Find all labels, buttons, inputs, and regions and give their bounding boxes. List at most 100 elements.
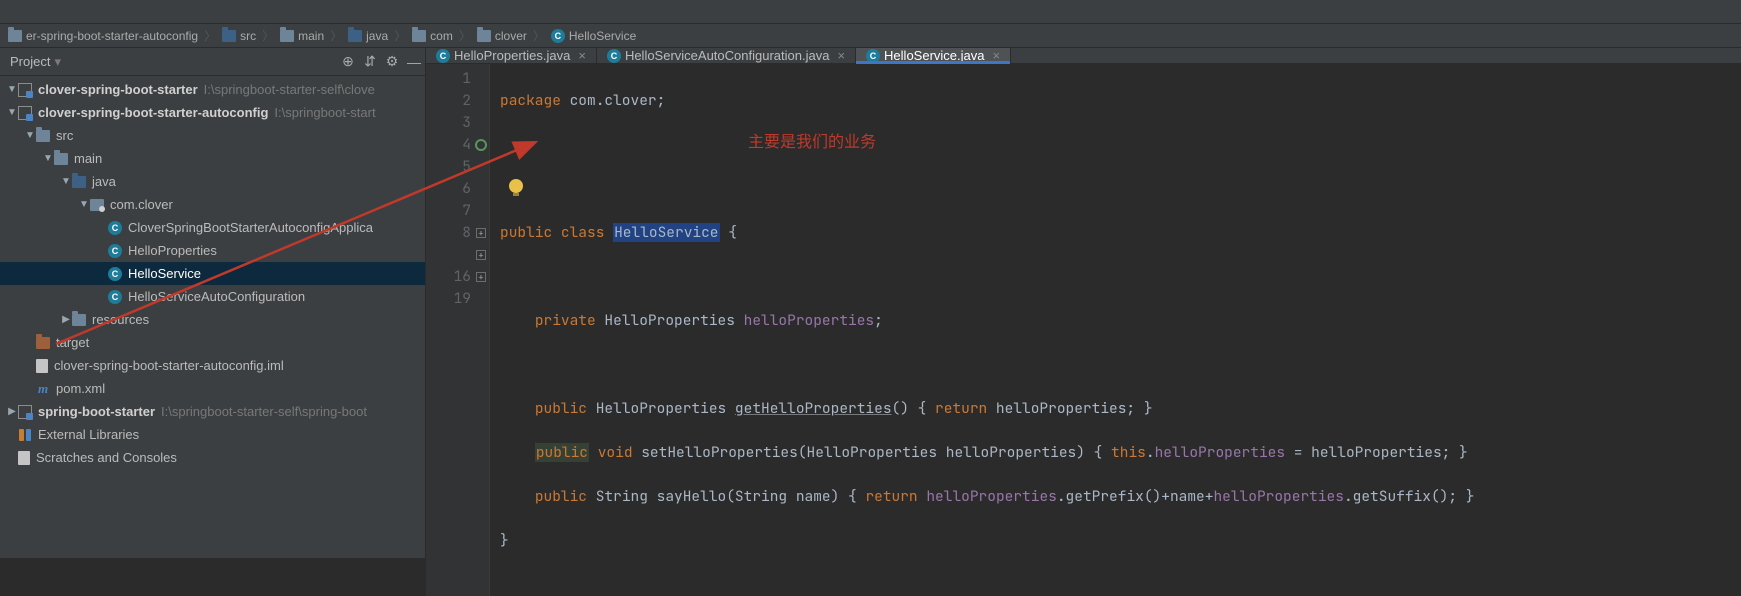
code-content[interactable]: package package com.clover;com.clover; p… <box>490 64 1474 596</box>
tab-label: HelloServiceAutoConfiguration.java <box>625 48 830 63</box>
tree-arrow-icon[interactable]: ▼ <box>78 199 90 210</box>
tree-item[interactable]: Scratches and Consoles <box>0 446 425 469</box>
class-icon: C <box>108 244 122 258</box>
breadcrumb-item[interactable]: main <box>276 24 328 47</box>
tree-arrow-icon[interactable]: ▼ <box>60 176 72 187</box>
locate-button[interactable]: ⊕ <box>337 51 359 73</box>
tab-hello-service[interactable]: C HelloService.java × <box>856 48 1011 63</box>
tab-hello-properties[interactable]: C HelloProperties.java × <box>426 48 597 63</box>
fold-icon[interactable]: + <box>476 228 486 238</box>
intention-bulb-icon[interactable] <box>509 179 523 193</box>
breadcrumb-item[interactable]: C HelloService <box>547 24 640 47</box>
chevron-right-icon: 〉 <box>531 27 547 44</box>
tree-arrow-icon[interactable]: ▼ <box>24 130 36 141</box>
class-icon: C <box>108 267 122 281</box>
crumb-label: clover <box>495 29 527 43</box>
expand-all-button[interactable]: ⇵ <box>359 51 381 73</box>
tree-item-label: HelloServiceAutoConfiguration <box>128 289 305 304</box>
tab-hello-service-auto-config[interactable]: C HelloServiceAutoConfiguration.java × <box>597 48 856 63</box>
class-name: HelloService <box>613 223 719 242</box>
tree-item-label: src <box>56 128 73 143</box>
close-icon[interactable]: × <box>837 48 845 63</box>
fold-icon[interactable]: + <box>476 272 486 282</box>
line-number: 6 <box>426 178 471 200</box>
tree-item[interactable]: C HelloServiceAutoConfiguration <box>0 285 425 308</box>
main-toolbar[interactable] <box>0 0 1741 24</box>
module-icon <box>18 83 32 97</box>
tree-item-label: target <box>56 335 89 350</box>
tree-item[interactable]: ▼clover-spring-boot-starterI:\springboot… <box>0 78 425 101</box>
tree-item[interactable]: clover-spring-boot-starter-autoconfig.im… <box>0 354 425 377</box>
folder-icon <box>412 30 426 42</box>
tree-item[interactable]: ▶ spring-boot-starter I:\springboot-starte… <box>0 400 425 423</box>
tree-item[interactable]: ▼clover-spring-boot-starter-autoconfigI:… <box>0 101 425 124</box>
tree-arrow-icon[interactable]: ▼ <box>6 107 18 118</box>
tree-item-label: CloverSpringBootStarterAutoconfigApplica <box>128 220 373 235</box>
editor-gutter[interactable]: 1 2 3 4 5 6 7 8 16 19 <box>426 64 490 596</box>
tree-item-label: Scratches and Consoles <box>36 450 177 465</box>
chevron-down-icon[interactable]: ▾ <box>54 54 61 70</box>
line-number: 8 <box>426 222 471 244</box>
tree-arrow-icon[interactable]: ▼ <box>6 84 18 95</box>
tree-item[interactable]: ▼ src <box>0 124 425 147</box>
code-editor[interactable]: 1 2 3 4 5 6 7 8 16 19 <box>426 64 1741 596</box>
folder-icon <box>348 30 362 42</box>
line-number <box>426 244 471 266</box>
tree-item-hint: I:\springboot-starter-self\spring-boot <box>161 404 367 419</box>
line-number: 5 <box>426 156 471 178</box>
line-number: 19 <box>426 288 471 310</box>
class-icon: C <box>607 49 621 63</box>
tree-item-label: HelloService <box>128 266 201 281</box>
breadcrumb-item[interactable]: er-spring-boot-starter-autoconfig <box>4 24 202 47</box>
breadcrumb-item[interactable]: com <box>408 24 457 47</box>
tree-item[interactable]: target <box>0 331 425 354</box>
tree-item[interactable]: CCloverSpringBootStarterAutoconfigApplic… <box>0 216 425 239</box>
crumb-label: main <box>298 29 324 43</box>
tree-item[interactable]: C HelloProperties <box>0 239 425 262</box>
package-icon <box>90 199 104 211</box>
tree-arrow-icon[interactable]: ▶ <box>60 314 72 325</box>
tree-item-label: HelloProperties <box>128 243 217 258</box>
crumb-label: HelloService <box>569 29 636 43</box>
tree-item-label: spring-boot-starter <box>38 404 155 419</box>
tree-item-label: External Libraries <box>38 427 139 442</box>
tree-item[interactable]: C HelloService <box>0 262 425 285</box>
editor-tabs: C HelloProperties.java × C HelloServiceA… <box>426 48 1741 64</box>
tree-item-label: clover-spring-boot-starter-autoconfig.im… <box>54 358 284 373</box>
tree-arrow-icon[interactable]: ▼ <box>42 153 54 164</box>
tree-arrow-icon[interactable]: ▶ <box>6 406 18 417</box>
line-number <box>426 310 471 332</box>
line-number: 1 <box>426 68 471 90</box>
hide-button[interactable]: — <box>403 51 425 73</box>
breadcrumb-item[interactable]: clover <box>473 24 531 47</box>
tree-item[interactable]: ▼ main <box>0 147 425 170</box>
source-folder-icon <box>72 176 86 188</box>
chevron-right-icon: 〉 <box>260 27 276 44</box>
project-tree[interactable]: ▼clover-spring-boot-starterI:\springboot… <box>0 76 425 471</box>
breadcrumb-item[interactable]: java <box>344 24 392 47</box>
tree-item-label: main <box>74 151 102 166</box>
recursive-icon[interactable] <box>475 139 487 151</box>
close-icon[interactable]: × <box>578 48 586 63</box>
breadcrumb-item[interactable]: src <box>218 24 260 47</box>
gear-icon[interactable]: ⚙ <box>381 51 403 73</box>
tree-item[interactable]: mpom.xml <box>0 377 425 400</box>
tree-item[interactable]: External Libraries <box>0 423 425 446</box>
class-icon: C <box>551 29 565 43</box>
line-number: 2 <box>426 90 471 112</box>
line-number: 4 <box>426 134 471 156</box>
class-icon: C <box>108 290 122 304</box>
crumb-label: er-spring-boot-starter-autoconfig <box>26 29 198 43</box>
panel-title[interactable]: Project <box>10 54 50 69</box>
tree-item[interactable]: ▼com.clover <box>0 193 425 216</box>
library-icon <box>18 428 32 442</box>
tree-item[interactable]: ▼java <box>0 170 425 193</box>
fold-icon[interactable]: + <box>476 250 486 260</box>
breadcrumb: er-spring-boot-starter-autoconfig〉 src〉 … <box>0 24 1741 48</box>
folder-icon <box>477 30 491 42</box>
tree-item[interactable]: ▶resources <box>0 308 425 331</box>
close-icon[interactable]: × <box>992 48 1000 63</box>
chevron-right-icon: 〉 <box>202 27 218 44</box>
target-folder-icon <box>36 337 50 349</box>
tree-item-label: clover-spring-boot-starter-autoconfig <box>38 105 268 120</box>
